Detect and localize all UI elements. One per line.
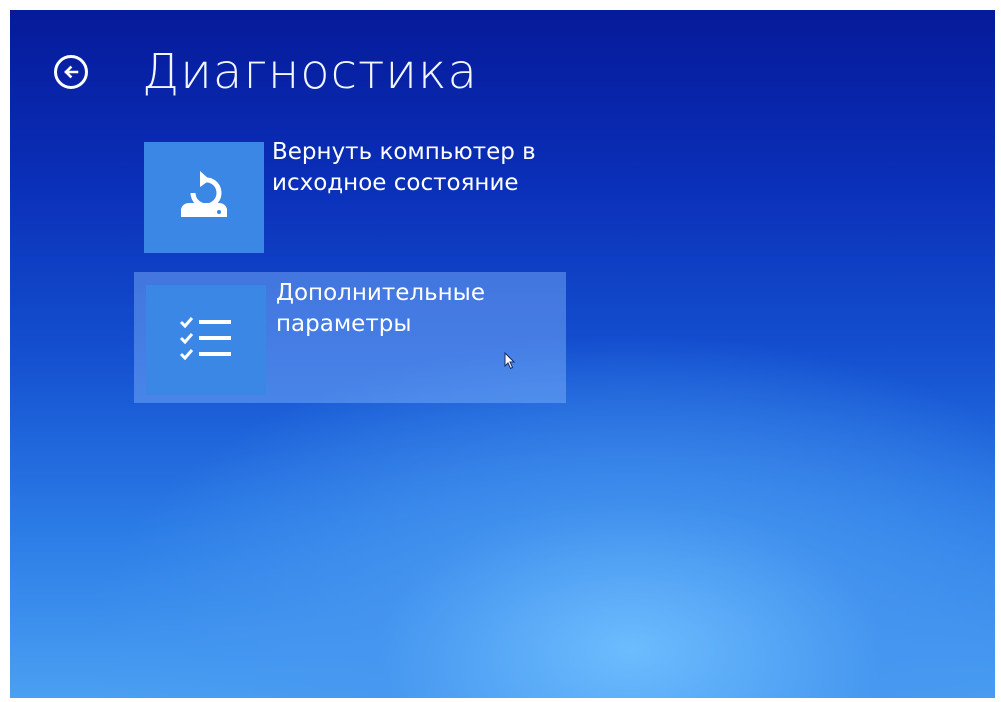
advanced-options-option[interactable]: Дополнительные параметры [134,272,566,403]
advanced-options-label-line2: параметры [276,311,412,337]
reset-pc-icon [181,170,227,217]
reset-pc-label: Вернуть компьютер в исходное состояние [272,137,572,199]
page-title: Диагностика [142,44,478,100]
advanced-options-label: Дополнительные параметры [276,278,576,340]
back-button[interactable] [54,55,88,89]
reset-pc-label-line1: Вернуть компьютер в [272,139,536,165]
reset-pc-tile [144,142,264,253]
reset-pc-option[interactable]: Вернуть компьютер в исходное состояние [134,132,554,257]
checklist-icon [179,317,231,361]
header: Диагностика [54,32,478,112]
recovery-screen: Диагностика Вернуть компьютер в исходное… [10,10,995,698]
advanced-options-label-line1: Дополнительные [276,280,485,306]
mouse-cursor-icon [504,352,516,370]
advanced-options-tile [146,285,266,395]
back-arrow-icon [64,65,79,79]
reset-pc-label-line2: исходное состояние [272,170,519,196]
